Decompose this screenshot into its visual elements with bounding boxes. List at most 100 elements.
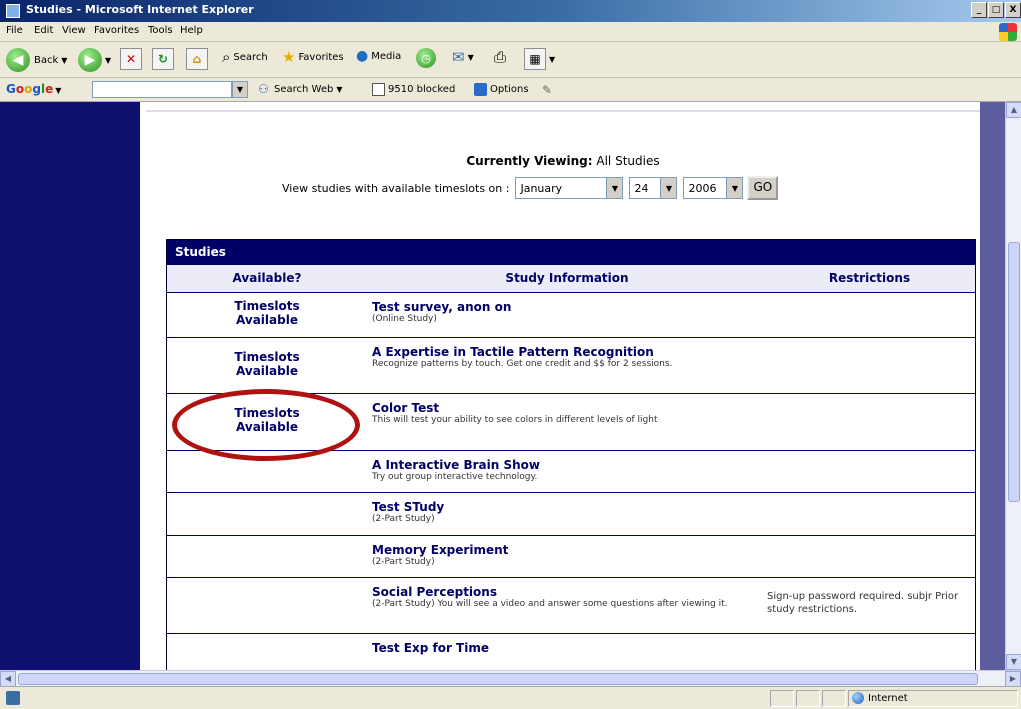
currently-viewing-label: Currently Viewing:	[466, 154, 593, 168]
mail-icon: ✉	[452, 48, 465, 66]
window-title: Studies - Microsoft Internet Explorer	[26, 3, 254, 16]
zone-label: Internet	[868, 692, 908, 704]
go-button[interactable]: GO	[747, 176, 779, 200]
edit-button[interactable]: ▦ ▼	[524, 48, 555, 70]
maximize-button[interactable]: □	[988, 2, 1004, 18]
table-row: Test STudy (2-Part Study)	[167, 492, 975, 535]
search-web-button[interactable]: ⚇ Search Web ▼	[258, 83, 343, 96]
top-divider	[146, 110, 980, 112]
menu-help[interactable]: Help	[180, 25, 203, 36]
scroll-right-arrow-icon[interactable]: ▶	[1005, 671, 1021, 687]
study-title-link[interactable]: A Interactive Brain Show	[372, 458, 762, 472]
options-button[interactable]: Options	[474, 83, 529, 96]
mail-button[interactable]: ✉ ▼	[452, 48, 474, 66]
title-bar: Studies - Microsoft Internet Explorer _ …	[0, 0, 1021, 22]
chevron-down-icon: ▼	[61, 55, 68, 65]
status-pane	[770, 690, 794, 707]
menu-file[interactable]: File	[6, 25, 23, 36]
favorites-label: Favorites	[298, 51, 344, 63]
search-label: Search	[233, 51, 268, 63]
studies-heading: Studies	[167, 240, 975, 264]
chevron-down-icon: ▼	[726, 178, 743, 198]
timeslots-available-link[interactable]: Timeslots Available	[222, 350, 312, 378]
vertical-scroll-thumb[interactable]	[1008, 242, 1020, 502]
study-title-link[interactable]: Test Exp for Time	[372, 641, 762, 655]
media-label: Media	[371, 50, 402, 62]
study-title-link[interactable]: Color Test	[372, 401, 762, 415]
back-arrow-icon: ◀	[6, 48, 30, 72]
refresh-icon: ↻	[152, 48, 174, 70]
status-pane	[822, 690, 846, 707]
status-pane	[796, 690, 820, 707]
restrictions-text: Sign-up password required. subjr Prior s…	[767, 591, 959, 615]
day-select[interactable]: 24 ▼	[629, 177, 678, 199]
ie-icon	[6, 4, 20, 18]
favorites-button[interactable]: ★ Favorites	[282, 48, 344, 66]
date-filter: View studies with available timeslots on…	[282, 176, 779, 200]
chevron-down-icon: ▼	[549, 54, 556, 64]
media-button[interactable]: ● Media	[356, 48, 401, 64]
table-row: Memory Experiment (2-Part Study)	[167, 535, 975, 577]
history-button[interactable]: ◷	[416, 48, 436, 68]
table-row: Social Perceptions (2-Part Study) You wi…	[167, 577, 975, 633]
horizontal-scroll-thumb[interactable]	[18, 673, 978, 685]
status-bar: Internet	[0, 686, 1021, 709]
study-title-link[interactable]: Memory Experiment	[372, 543, 762, 557]
study-title-link[interactable]: Test survey, anon on	[372, 300, 762, 314]
study-title-link[interactable]: A Expertise in Tactile Pattern Recogniti…	[372, 345, 762, 359]
search-button[interactable]: ⌕ Search	[222, 48, 268, 66]
security-zone: Internet	[852, 692, 908, 704]
filter-label: View studies with available timeslots on…	[282, 181, 510, 195]
column-header-available: Available?	[232, 271, 302, 285]
horizontal-scrollbar[interactable]: ◀ ▶	[0, 670, 1021, 687]
year-select[interactable]: 2006 ▼	[683, 177, 744, 199]
scroll-left-arrow-icon[interactable]: ◀	[0, 671, 16, 687]
page-content: Currently Viewing: All Studies View stud…	[146, 102, 980, 670]
column-header-study-information: Study Information	[505, 271, 629, 285]
media-icon: ●	[356, 48, 369, 64]
printer-icon: ⎙	[494, 48, 507, 66]
study-description: (2-Part Study)	[372, 514, 435, 524]
print-button[interactable]: ⎙	[494, 48, 506, 66]
windows-logo-icon	[999, 23, 1017, 41]
pencil-icon[interactable]: ✎	[542, 83, 552, 97]
month-select[interactable]: January ▼	[515, 177, 624, 199]
page-status-icon	[6, 691, 20, 705]
history-icon: ◷	[416, 48, 436, 68]
popup-blocked-label: 9510 blocked	[388, 84, 456, 95]
stop-button[interactable]: ✕	[120, 48, 142, 70]
menu-view[interactable]: View	[62, 25, 86, 36]
menu-edit[interactable]: Edit	[34, 25, 53, 36]
google-search-dropdown[interactable]: ▼	[232, 81, 248, 98]
popup-blocker-button[interactable]: 9510 blocked	[372, 83, 455, 96]
study-title-link[interactable]: Social Perceptions	[372, 585, 762, 599]
google-logo[interactable]: Google ▼	[6, 82, 61, 96]
chevron-down-icon: ▼	[105, 55, 112, 65]
minimize-button[interactable]: _	[971, 2, 987, 18]
close-button[interactable]: X	[1005, 2, 1021, 18]
menu-favorites[interactable]: Favorites	[94, 25, 139, 36]
study-description: (Online Study)	[372, 314, 437, 324]
table-row: Test Exp for Time	[167, 633, 975, 670]
timeslots-available-link[interactable]: Timeslots Available	[222, 299, 312, 327]
vertical-scrollbar[interactable]: ▲ ▼	[1005, 102, 1021, 670]
standard-toolbar: ◀ Back ▼ ▶ ▼ ✕ ↻ ⌂ ⌕ Search ★ Favorites …	[0, 42, 1021, 78]
refresh-button[interactable]: ↻	[152, 48, 174, 70]
search-icon: ⌕	[222, 48, 231, 66]
study-title-link[interactable]: Test STudy	[372, 500, 762, 514]
popup-blocker-icon	[372, 83, 385, 96]
google-search-input[interactable]	[92, 81, 232, 98]
scroll-down-arrow-icon[interactable]: ▼	[1006, 654, 1021, 670]
chevron-down-icon: ▼	[660, 178, 677, 198]
forward-button[interactable]: ▶ ▼	[78, 48, 111, 72]
options-label: Options	[490, 84, 529, 95]
scroll-up-arrow-icon[interactable]: ▲	[1006, 102, 1021, 118]
table-header-row: Available? Study Information Restriction…	[167, 264, 975, 292]
study-description: (2-Part Study) You will see a video and …	[372, 599, 728, 609]
menu-tools[interactable]: Tools	[148, 25, 173, 36]
home-button[interactable]: ⌂	[186, 48, 208, 70]
google-toolbar: Google ▼ ▼ ⚇ Search Web ▼ 9510 blocked Op…	[0, 78, 1021, 102]
back-button[interactable]: ◀ Back ▼	[6, 48, 67, 72]
month-value: January	[520, 181, 563, 195]
options-icon	[474, 83, 487, 96]
